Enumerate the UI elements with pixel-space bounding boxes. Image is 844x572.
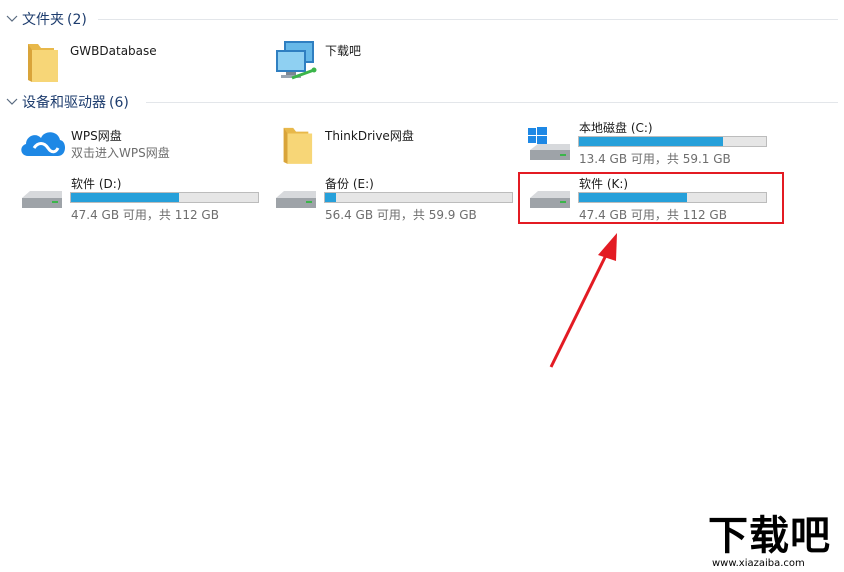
device-name: 备份 (E:) [325, 177, 374, 191]
watermark-url: www.xiazaiba.com [712, 558, 805, 569]
usage-bar-fill [579, 137, 723, 146]
device-name: ThinkDrive网盘 [325, 129, 414, 143]
usage-bar [578, 136, 767, 147]
windows-drive-icon [528, 127, 570, 160]
folder-name: 下载吧 [325, 44, 362, 58]
device-subtext: 56.4 GB 可用，共 59.9 GB [325, 208, 477, 222]
usage-bar [70, 192, 259, 203]
device-subtext: 47.4 GB 可用，共 112 GB [71, 208, 219, 222]
drive-icon [22, 191, 62, 208]
usage-bar [324, 192, 513, 203]
device-item-thinkdrive[interactable]: ThinkDrive网盘 [272, 118, 512, 164]
device-subtext: 13.4 GB 可用，共 59.1 GB [579, 152, 731, 166]
device-item-wps[interactable]: WPS网盘 双击进入WPS网盘 [18, 118, 258, 164]
group-title: 文件夹 (2) [22, 12, 87, 28]
group-divider [98, 19, 838, 20]
folder-icon [283, 127, 313, 164]
usage-bar-fill [325, 193, 337, 202]
device-item-drive-c[interactable]: 本地磁盘 (C:) 13.4 GB 可用，共 59.1 GB [526, 116, 776, 166]
device-name: 软件 (D:) [71, 177, 122, 191]
device-subtext: 双击进入WPS网盘 [71, 146, 170, 160]
folder-item-gwbdatabase[interactable]: GWBDatabase [18, 34, 258, 82]
network-computers-icon [276, 41, 317, 80]
group-divider [146, 102, 838, 103]
device-item-drive-e[interactable]: 备份 (E:) 56.4 GB 可用，共 59.9 GB [272, 172, 522, 222]
group-title: 设备和驱动器 (6) [22, 95, 129, 111]
folder-name: GWBDatabase [70, 44, 157, 58]
group-header-folders[interactable]: 文件夹 (2) [0, 8, 844, 30]
wps-cloud-icon [21, 132, 66, 156]
device-name: WPS网盘 [71, 129, 122, 143]
folder-icon [28, 44, 58, 82]
group-header-devices[interactable]: 设备和驱动器 (6) [0, 91, 844, 113]
annotation-highlight-box [518, 172, 784, 224]
folder-item-xiazaiba[interactable]: 下载吧 [272, 34, 512, 82]
watermark-text: 下载吧 [708, 513, 831, 559]
device-item-drive-d[interactable]: 软件 (D:) 47.4 GB 可用，共 112 GB [18, 172, 268, 222]
watermark-logo: 下载吧 www.xiazaiba.com [706, 512, 842, 572]
annotation-arrow [549, 233, 617, 368]
usage-bar-fill [71, 193, 180, 202]
drive-icon [276, 191, 316, 208]
device-name: 本地磁盘 (C:) [579, 121, 653, 135]
chevron-down-icon[interactable] [5, 95, 19, 109]
chevron-down-icon[interactable] [5, 12, 19, 26]
